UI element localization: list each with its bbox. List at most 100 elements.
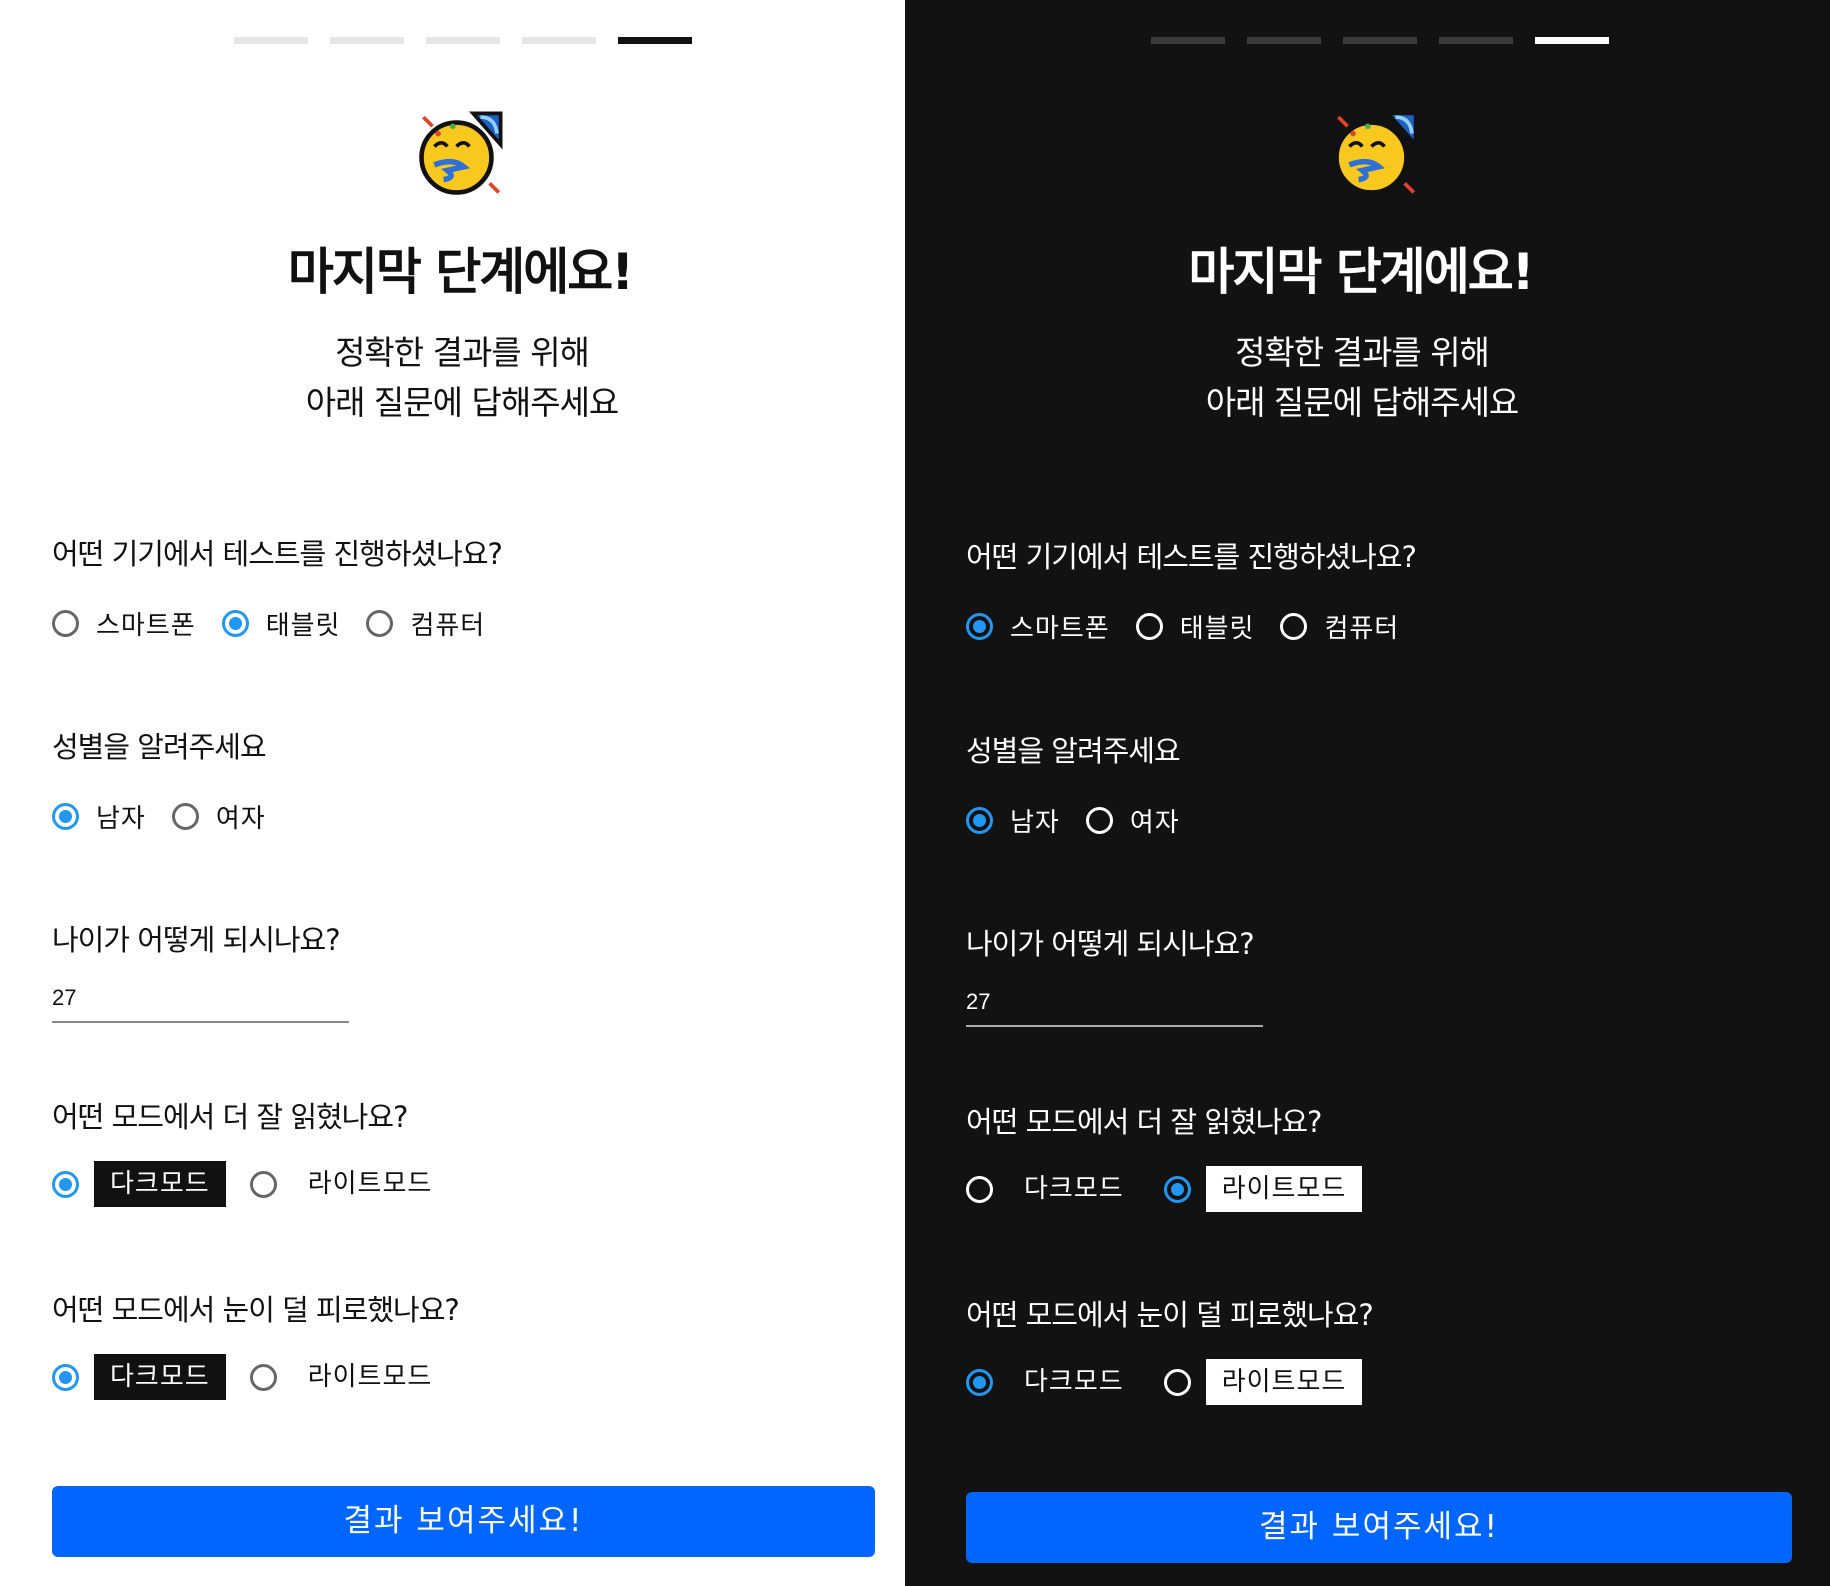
gender-options: 남자 여자	[52, 798, 292, 835]
option-label: 다크모드	[1024, 1367, 1124, 1397]
option-label: 여자	[215, 804, 266, 834]
radio-button[interactable]	[249, 1170, 277, 1198]
gender-option-male[interactable]: 남자	[966, 802, 1060, 839]
option-label: 라이트모드	[1205, 1359, 1363, 1405]
light-mode-screen: 마지막 단계에요! 정확한 결과를 위해 아래 질문에 답해주세요 어떤 기기에…	[0, 0, 905, 1586]
gender-options: 남자 여자	[966, 802, 1206, 839]
radio-button[interactable]	[366, 610, 394, 637]
submit-button[interactable]: 결과 보여주세요!	[52, 1486, 875, 1557]
option-label: 컴퓨터	[410, 611, 486, 641]
readability-option-dark[interactable]: 다크모드	[966, 1166, 1140, 1212]
device-option-computer[interactable]: 컴퓨터	[1280, 608, 1399, 645]
readability-option-dark[interactable]: 다크모드	[52, 1161, 226, 1207]
readability-options: 다크모드 라이트모드	[966, 1166, 1386, 1212]
radio-button-selected[interactable]	[52, 1170, 79, 1198]
option-label: 라이트모드	[307, 1169, 433, 1199]
question-readability: 어떤 모드에서 더 잘 읽혔나요?	[966, 1105, 1322, 1139]
radio-button[interactable]	[171, 803, 199, 830]
radio-button[interactable]	[966, 1175, 993, 1203]
device-options: 스마트폰 태블릿 컴퓨터	[966, 608, 1425, 645]
age-input[interactable]: 27	[966, 989, 1263, 1027]
subtitle-line-1: 정확한 결과를 위해	[335, 333, 590, 372]
question-age: 나이가 어떻게 되시나요?	[966, 927, 1255, 961]
option-label: 여자	[1129, 808, 1180, 838]
progress-bar	[234, 37, 692, 44]
question-gender: 성별을 알려주세요	[966, 734, 1181, 768]
progress-step-2	[330, 37, 404, 44]
progress-step-5-current	[618, 37, 692, 44]
radio-button[interactable]	[1135, 613, 1163, 640]
readability-option-light[interactable]: 라이트모드	[249, 1161, 449, 1207]
readability-options: 다크모드 라이트모드	[52, 1161, 472, 1207]
eyestrain-options: 다크모드 라이트모드	[52, 1354, 472, 1400]
question-age: 나이가 어떻게 되시나요?	[52, 923, 341, 957]
option-label: 남자	[96, 804, 146, 834]
radio-button-selected[interactable]	[966, 1368, 993, 1396]
option-label: 다크모드	[1024, 1174, 1124, 1204]
option-label: 스마트폰	[96, 611, 196, 641]
submit-button[interactable]: 결과 보여주세요!	[966, 1492, 1792, 1563]
progress-step-1	[234, 37, 308, 44]
device-option-smartphone[interactable]: 스마트폰	[52, 605, 196, 642]
option-label: 태블릿	[265, 611, 341, 641]
progress-step-3	[426, 37, 500, 44]
radio-button[interactable]	[1280, 613, 1308, 640]
subtitle-line-2: 아래 질문에 답해주세요	[305, 383, 620, 422]
question-gender: 성별을 알려주세요	[52, 730, 267, 764]
device-options: 스마트폰 태블릿 컴퓨터	[52, 605, 511, 642]
option-label: 라이트모드	[1205, 1166, 1363, 1212]
radio-button-selected[interactable]	[966, 613, 993, 640]
option-label: 스마트폰	[1010, 614, 1110, 644]
subtitle-line-1: 정확한 결과를 위해	[1235, 333, 1490, 372]
gender-option-female[interactable]: 여자	[171, 798, 266, 835]
progress-step-5-current	[1535, 37, 1609, 44]
radio-button-selected[interactable]	[1163, 1175, 1191, 1203]
eyestrain-options: 다크모드 라이트모드	[966, 1359, 1386, 1405]
eyestrain-option-light[interactable]: 라이트모드	[1163, 1359, 1363, 1405]
eyestrain-option-dark[interactable]: 다크모드	[966, 1359, 1140, 1405]
device-option-tablet[interactable]: 태블릿	[221, 605, 341, 642]
option-label: 다크모드	[94, 1354, 226, 1400]
page-subtitle: 정확한 결과를 위해 아래 질문에 답해주세요	[905, 328, 1819, 428]
option-label: 남자	[1010, 808, 1060, 838]
progress-step-2	[1247, 37, 1321, 44]
age-input[interactable]: 27	[52, 985, 349, 1023]
readability-option-light[interactable]: 라이트모드	[1163, 1166, 1363, 1212]
question-device: 어떤 기기에서 테스트를 진행하셨나요?	[52, 537, 503, 571]
eyestrain-option-dark[interactable]: 다크모드	[52, 1354, 226, 1400]
radio-button[interactable]	[249, 1363, 277, 1391]
party-face-icon	[419, 111, 503, 195]
radio-button-selected[interactable]	[221, 610, 249, 637]
option-label: 다크모드	[94, 1161, 226, 1207]
option-label: 태블릿	[1179, 614, 1255, 644]
gender-option-female[interactable]: 여자	[1085, 802, 1180, 839]
device-option-smartphone[interactable]: 스마트폰	[966, 608, 1110, 645]
radio-button-selected[interactable]	[52, 1363, 79, 1391]
eyestrain-option-light[interactable]: 라이트모드	[249, 1354, 449, 1400]
progress-bar	[1151, 37, 1609, 44]
page-title: 마지막 단계에요!	[1188, 243, 1534, 301]
question-device: 어떤 기기에서 테스트를 진행하셨나요?	[966, 540, 1417, 574]
progress-step-4	[1439, 37, 1513, 44]
party-face-icon	[1334, 111, 1418, 195]
option-label: 컴퓨터	[1324, 614, 1400, 644]
page-title: 마지막 단계에요!	[287, 243, 634, 301]
radio-button[interactable]	[52, 610, 79, 637]
progress-step-4	[522, 37, 596, 44]
subtitle-line-2: 아래 질문에 답해주세요	[1205, 383, 1520, 422]
progress-step-1	[1151, 37, 1225, 44]
progress-step-3	[1343, 37, 1417, 44]
radio-button[interactable]	[1085, 807, 1113, 834]
radio-button[interactable]	[1163, 1368, 1191, 1396]
device-option-computer[interactable]: 컴퓨터	[366, 605, 485, 642]
radio-button-selected[interactable]	[966, 807, 993, 834]
option-label: 라이트모드	[307, 1362, 433, 1392]
question-eyestrain: 어떤 모드에서 눈이 덜 피로했나요?	[966, 1298, 1374, 1332]
page-subtitle: 정확한 결과를 위해 아래 질문에 답해주세요	[0, 328, 924, 428]
question-readability: 어떤 모드에서 더 잘 읽혔나요?	[52, 1100, 408, 1134]
dark-mode-screen: 마지막 단계에요! 정확한 결과를 위해 아래 질문에 답해주세요 어떤 기기에…	[905, 0, 1830, 1586]
question-eyestrain: 어떤 모드에서 눈이 덜 피로했나요?	[52, 1293, 460, 1327]
device-option-tablet[interactable]: 태블릿	[1135, 608, 1255, 645]
gender-option-male[interactable]: 남자	[52, 798, 146, 835]
radio-button-selected[interactable]	[52, 803, 79, 830]
